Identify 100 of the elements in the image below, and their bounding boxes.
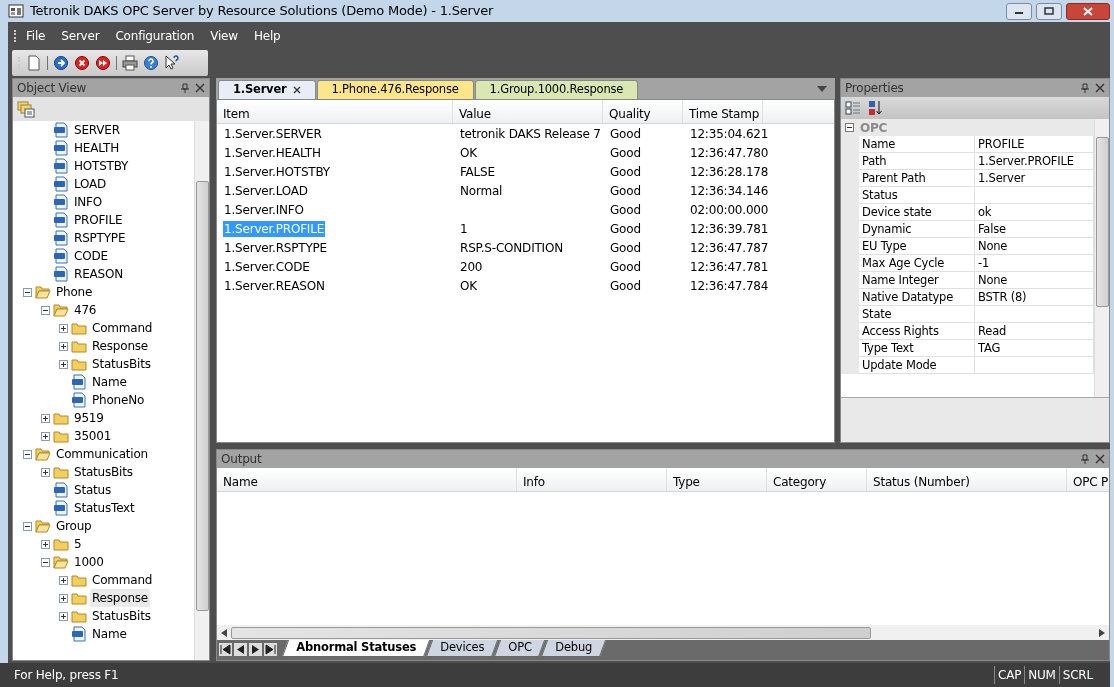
expander-icon[interactable] <box>41 305 50 315</box>
tree-item[interactable]: Response <box>90 589 151 607</box>
horizontal-scrollbar[interactable] <box>217 625 1109 640</box>
table-cell[interactable]: 1.Server.HOTSTBY <box>223 163 331 180</box>
property-value[interactable]: PROFILE <box>975 136 1094 153</box>
expander-icon[interactable] <box>41 557 50 567</box>
menu-item[interactable]: Configuration <box>108 25 202 47</box>
expander-icon[interactable] <box>41 539 50 549</box>
maximize-button[interactable] <box>1036 2 1062 20</box>
pin-icon[interactable] <box>1080 454 1090 464</box>
property-value[interactable]: ok <box>975 204 1094 221</box>
scroll-right-icon[interactable] <box>1099 628 1105 637</box>
tree-item[interactable]: 5 <box>72 535 84 553</box>
folders-icon[interactable] <box>17 100 35 118</box>
property-value[interactable]: TAG <box>975 340 1094 357</box>
menu-item[interactable]: File <box>19 25 53 47</box>
first-page-icon[interactable] <box>219 643 232 656</box>
table-cell[interactable]: 1.Server.SERVER <box>223 125 323 142</box>
output-tab[interactable]: Devices <box>425 640 498 657</box>
expander-icon[interactable] <box>845 123 854 132</box>
column-header[interactable]: Status (Number) <box>867 468 1067 491</box>
expander-icon[interactable] <box>59 611 68 621</box>
property-value[interactable]: Read <box>975 323 1094 340</box>
column-header[interactable]: Quality <box>603 100 683 123</box>
vertical-scrollbar[interactable] <box>194 121 209 660</box>
tree-item[interactable]: Group <box>54 517 94 535</box>
expander-icon[interactable] <box>23 287 32 297</box>
table-cell[interactable]: 1.Server.CODE <box>223 258 311 275</box>
pin-icon[interactable] <box>1080 83 1090 93</box>
property-value[interactable]: False <box>975 221 1094 238</box>
tree-item[interactable]: Name <box>90 625 129 643</box>
tree-item[interactable]: PhoneNo <box>90 391 147 409</box>
forward-icon[interactable] <box>53 55 69 71</box>
tree-item[interactable]: PROFILE <box>72 211 125 229</box>
tree-item[interactable]: StatusBits <box>90 355 153 373</box>
help-icon[interactable] <box>143 55 159 71</box>
tree-item[interactable]: Status <box>72 481 114 499</box>
column-header[interactable]: Value <box>453 100 603 123</box>
expander-icon[interactable] <box>41 413 50 423</box>
expander-icon[interactable] <box>59 341 68 351</box>
expander-icon[interactable] <box>23 521 32 531</box>
close-icon[interactable] <box>195 83 205 93</box>
tree-item[interactable]: REASON <box>72 265 125 283</box>
output-tab[interactable]: Abnormal Statuses <box>281 640 430 657</box>
property-value[interactable]: 1.Server <box>975 170 1094 187</box>
tree-item[interactable]: 9519 <box>72 409 106 427</box>
close-button[interactable] <box>1066 2 1110 20</box>
fast-forward-icon[interactable] <box>95 55 111 71</box>
output-tab[interactable]: Debug <box>541 640 607 657</box>
minimize-button[interactable] <box>1006 2 1032 20</box>
expander-icon[interactable] <box>23 449 32 459</box>
tree-item[interactable]: StatusBits <box>72 463 135 481</box>
menu-item[interactable]: Help <box>246 25 288 47</box>
new-document-icon[interactable] <box>26 55 42 71</box>
property-value[interactable]: None <box>975 238 1094 255</box>
last-page-icon[interactable] <box>264 643 277 656</box>
property-value[interactable]: 1.Server.PROFILE <box>975 153 1094 170</box>
table-cell[interactable]: 1.Server.INFO <box>223 201 305 218</box>
menu-item[interactable]: View <box>203 25 245 47</box>
sort-alphabetical-icon[interactable] <box>867 100 883 116</box>
expander-icon[interactable] <box>59 323 68 333</box>
tree-item[interactable]: StatusBits <box>90 607 153 625</box>
tree-item[interactable]: HEALTH <box>72 139 121 157</box>
stop-icon[interactable] <box>74 55 90 71</box>
tree-item[interactable]: Command <box>90 571 155 589</box>
vertical-scrollbar[interactable] <box>1094 119 1109 397</box>
document-tab[interactable]: 1.Server <box>218 80 316 99</box>
scroll-left-icon[interactable] <box>221 628 227 637</box>
tree-item[interactable]: HOTSTBY <box>72 157 131 175</box>
menu-item[interactable]: Server <box>54 25 107 47</box>
document-tab[interactable]: 1.Phone.476.Response <box>316 80 474 99</box>
categorized-icon[interactable] <box>845 100 861 116</box>
expander-icon[interactable] <box>59 575 68 585</box>
next-page-icon[interactable] <box>249 643 262 656</box>
column-header[interactable]: Name <box>217 468 517 491</box>
pin-icon[interactable] <box>180 83 190 93</box>
table-cell[interactable]: 1.Server.RSPTYPE <box>223 239 328 256</box>
close-icon[interactable] <box>1095 83 1105 93</box>
expander-icon[interactable] <box>41 467 50 477</box>
previous-page-icon[interactable] <box>234 643 247 656</box>
table-cell[interactable]: 1.Server.REASON <box>223 277 326 294</box>
column-header[interactable]: Item <box>217 100 453 123</box>
output-tab[interactable]: OPC <box>493 640 546 657</box>
tree-item[interactable]: Name <box>90 373 129 391</box>
tree-item[interactable]: StatusText <box>72 499 137 517</box>
table-cell[interactable]: 1.Server.HEALTH <box>223 144 322 161</box>
tree-item[interactable]: Response <box>90 337 151 355</box>
tree-item[interactable]: LOAD <box>72 175 109 193</box>
property-value[interactable]: None <box>975 272 1094 289</box>
close-icon[interactable] <box>292 86 301 94</box>
tree-item[interactable]: CODE <box>72 247 110 265</box>
expander-icon[interactable] <box>41 431 50 441</box>
property-value[interactable]: BSTR (8) <box>975 289 1094 306</box>
tree-item[interactable]: 1000 <box>72 553 106 571</box>
column-header[interactable]: Category <box>767 468 867 491</box>
tree-item[interactable]: 476 <box>72 301 99 319</box>
column-header[interactable]: Info <box>517 468 667 491</box>
column-header[interactable]: Type <box>667 468 767 491</box>
tree-item[interactable]: INFO <box>72 193 105 211</box>
expander-icon[interactable] <box>59 593 68 603</box>
